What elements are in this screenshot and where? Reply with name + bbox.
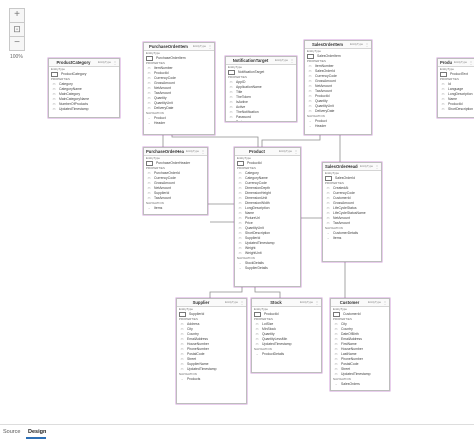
entity-sales-order-item[interactable]: SalesOrderItem EntityType ⋮ EntityType Sales…	[304, 40, 372, 135]
editor-tab-bar: Source Design	[0, 424, 474, 442]
entity-customer[interactable]: Customer EntityType ⋮ EntityType CustomerId P…	[330, 298, 390, 391]
entity-stereotype: EntityType	[359, 164, 373, 168]
navigation-row[interactable]: → SupplierDetails	[235, 266, 300, 271]
entity-title: PurchaseOrderItem	[149, 44, 188, 49]
entity-notification-target[interactable]: NotificationTarget EntityType ⋮ EntityType N…	[225, 56, 297, 122]
entity-title: ProductCategory	[56, 60, 91, 65]
entity-stereotype: EntityType	[97, 60, 111, 64]
property-row[interactable]: ▭ Text	[226, 120, 296, 122]
property-name: Text	[236, 120, 243, 122]
property-name: UpdatedTimestamp	[59, 107, 89, 111]
more-options-icon[interactable]: ⋮	[294, 149, 298, 154]
navigation-row[interactable]: → Items	[144, 206, 207, 211]
navigation-icon: →	[308, 124, 312, 128]
more-options-icon[interactable]: ⋮	[365, 42, 369, 47]
entity-stereotype: EntityType	[299, 300, 313, 304]
entity-title: Product	[249, 149, 265, 154]
entity-title: Stock	[270, 300, 282, 305]
navigation-name: SupplierDetails	[245, 266, 268, 270]
more-options-icon[interactable]: ⋮	[201, 149, 205, 154]
navigation-row[interactable]: → Items	[323, 236, 381, 241]
navigation-row[interactable]: → SalesOrders	[331, 382, 389, 387]
navigation-row[interactable]: → ProductDetails	[252, 352, 321, 357]
entity-header: SalesOrderHeader EntityType ⋮	[323, 163, 381, 171]
tab-source[interactable]: Source	[3, 429, 20, 435]
navigation-icon: →	[334, 382, 338, 386]
entity-header: Supplier EntityType ⋮	[177, 299, 246, 307]
navigation-row[interactable]: → Header	[305, 124, 371, 129]
navigation-name: Items	[333, 236, 342, 240]
entity-stereotype: EntityType	[274, 58, 288, 62]
entity-purchase-order-item[interactable]: PurchaseOrderItem EntityType ⋮ EntityType Pu…	[143, 42, 215, 135]
entity-header: SalesOrderItem EntityType ⋮	[305, 41, 371, 49]
more-options-icon[interactable]: ⋮	[469, 60, 473, 65]
entity-header: PurchaseOrderItem EntityType ⋮	[144, 43, 214, 51]
more-options-icon[interactable]: ⋮	[383, 300, 387, 305]
navigation-name: Items	[154, 206, 163, 210]
entity-purchase-order-header[interactable]: PurchaseOrderHeaderEntityType⋮EntityType…	[143, 147, 208, 215]
navigation-icon: →	[147, 206, 151, 210]
property-name: ShortDescription	[448, 107, 474, 111]
entity-stereotype: EntityType	[224, 300, 238, 304]
property-icon: ▭	[52, 107, 56, 111]
more-options-icon[interactable]: ⋮	[375, 164, 379, 169]
entity-stereotype: EntityType	[453, 60, 467, 64]
navigation-name: Header	[154, 121, 166, 125]
entity-title: PurchaseOrderHeader	[146, 149, 184, 154]
entity-stereotype: EntityType	[192, 44, 206, 48]
entity-product-text[interactable]: ProductTextEntityType⋮EntityTypeProductT…	[437, 58, 474, 118]
navigation-row[interactable]: → Header	[144, 121, 214, 126]
entity-title: SalesOrderHeader	[325, 164, 358, 169]
entity-title: Supplier	[192, 300, 210, 305]
property-icon: ▭	[441, 107, 445, 111]
entity-title: NotificationTarget	[232, 58, 269, 63]
navigation-icon: →	[326, 236, 330, 240]
entity-header: ProductCategory EntityType ⋮	[49, 59, 119, 67]
more-options-icon[interactable]: ⋮	[240, 300, 244, 305]
more-options-icon[interactable]: ⋮	[208, 44, 212, 49]
property-icon: ▭	[229, 120, 233, 122]
entity-title: Customer	[339, 300, 360, 305]
navigation-row[interactable]: → Products	[177, 377, 246, 382]
entity-stock[interactable]: Stock EntityType ⋮ EntityType ProductId PROPE…	[251, 298, 322, 373]
more-options-icon[interactable]: ⋮	[290, 58, 294, 63]
entity-supplier[interactable]: Supplier EntityType ⋮ EntityType SupplierId P…	[176, 298, 247, 404]
navigation-icon: →	[147, 121, 151, 125]
navigation-name: Products	[187, 377, 201, 381]
entity-sales-order-header[interactable]: SalesOrderHeader EntityType ⋮ EntityType Sal…	[322, 162, 382, 262]
property-row[interactable]: ▭ UpdatedTimestamp	[49, 107, 119, 112]
entity-header: Product EntityType ⋮	[235, 148, 300, 156]
navigation-icon: →	[180, 377, 184, 381]
entity-header: ProductTextEntityType⋮	[438, 59, 474, 67]
entity-header: NotificationTarget EntityType ⋮	[226, 57, 296, 65]
tab-design[interactable]: Design	[28, 429, 46, 435]
entity-title: SalesOrderItem	[311, 42, 343, 47]
entity-header: PurchaseOrderHeaderEntityType⋮	[144, 148, 207, 156]
entity-header: Customer EntityType ⋮	[331, 299, 389, 307]
entity-title: ProductText	[440, 60, 452, 65]
navigation-icon: →	[255, 352, 259, 356]
navigation-name: Header	[315, 124, 327, 128]
navigation-name: ProductDetails	[262, 352, 285, 356]
property-row[interactable]: ▭ ShortDescription	[438, 107, 474, 112]
entity-stereotype: EntityType	[185, 149, 199, 153]
more-options-icon[interactable]: ⋮	[113, 60, 117, 65]
entity-stereotype: EntityType	[278, 149, 292, 153]
entity-stereotype: EntityType	[349, 42, 363, 46]
entity-stereotype: EntityType	[367, 300, 381, 304]
navigation-icon: →	[238, 266, 242, 270]
navigation-name: SalesOrders	[341, 382, 360, 386]
active-tab-indicator	[26, 437, 46, 439]
association-line	[261, 133, 321, 147]
more-options-icon[interactable]: ⋮	[315, 300, 319, 305]
entity-product-category[interactable]: ProductCategory EntityType ⋮ EntityType Prod…	[48, 58, 120, 118]
entity-header: Stock EntityType ⋮	[252, 299, 321, 307]
entity-product[interactable]: Product EntityType ⋮ EntityType ProductId PRO…	[234, 147, 301, 287]
association-line	[171, 133, 259, 147]
